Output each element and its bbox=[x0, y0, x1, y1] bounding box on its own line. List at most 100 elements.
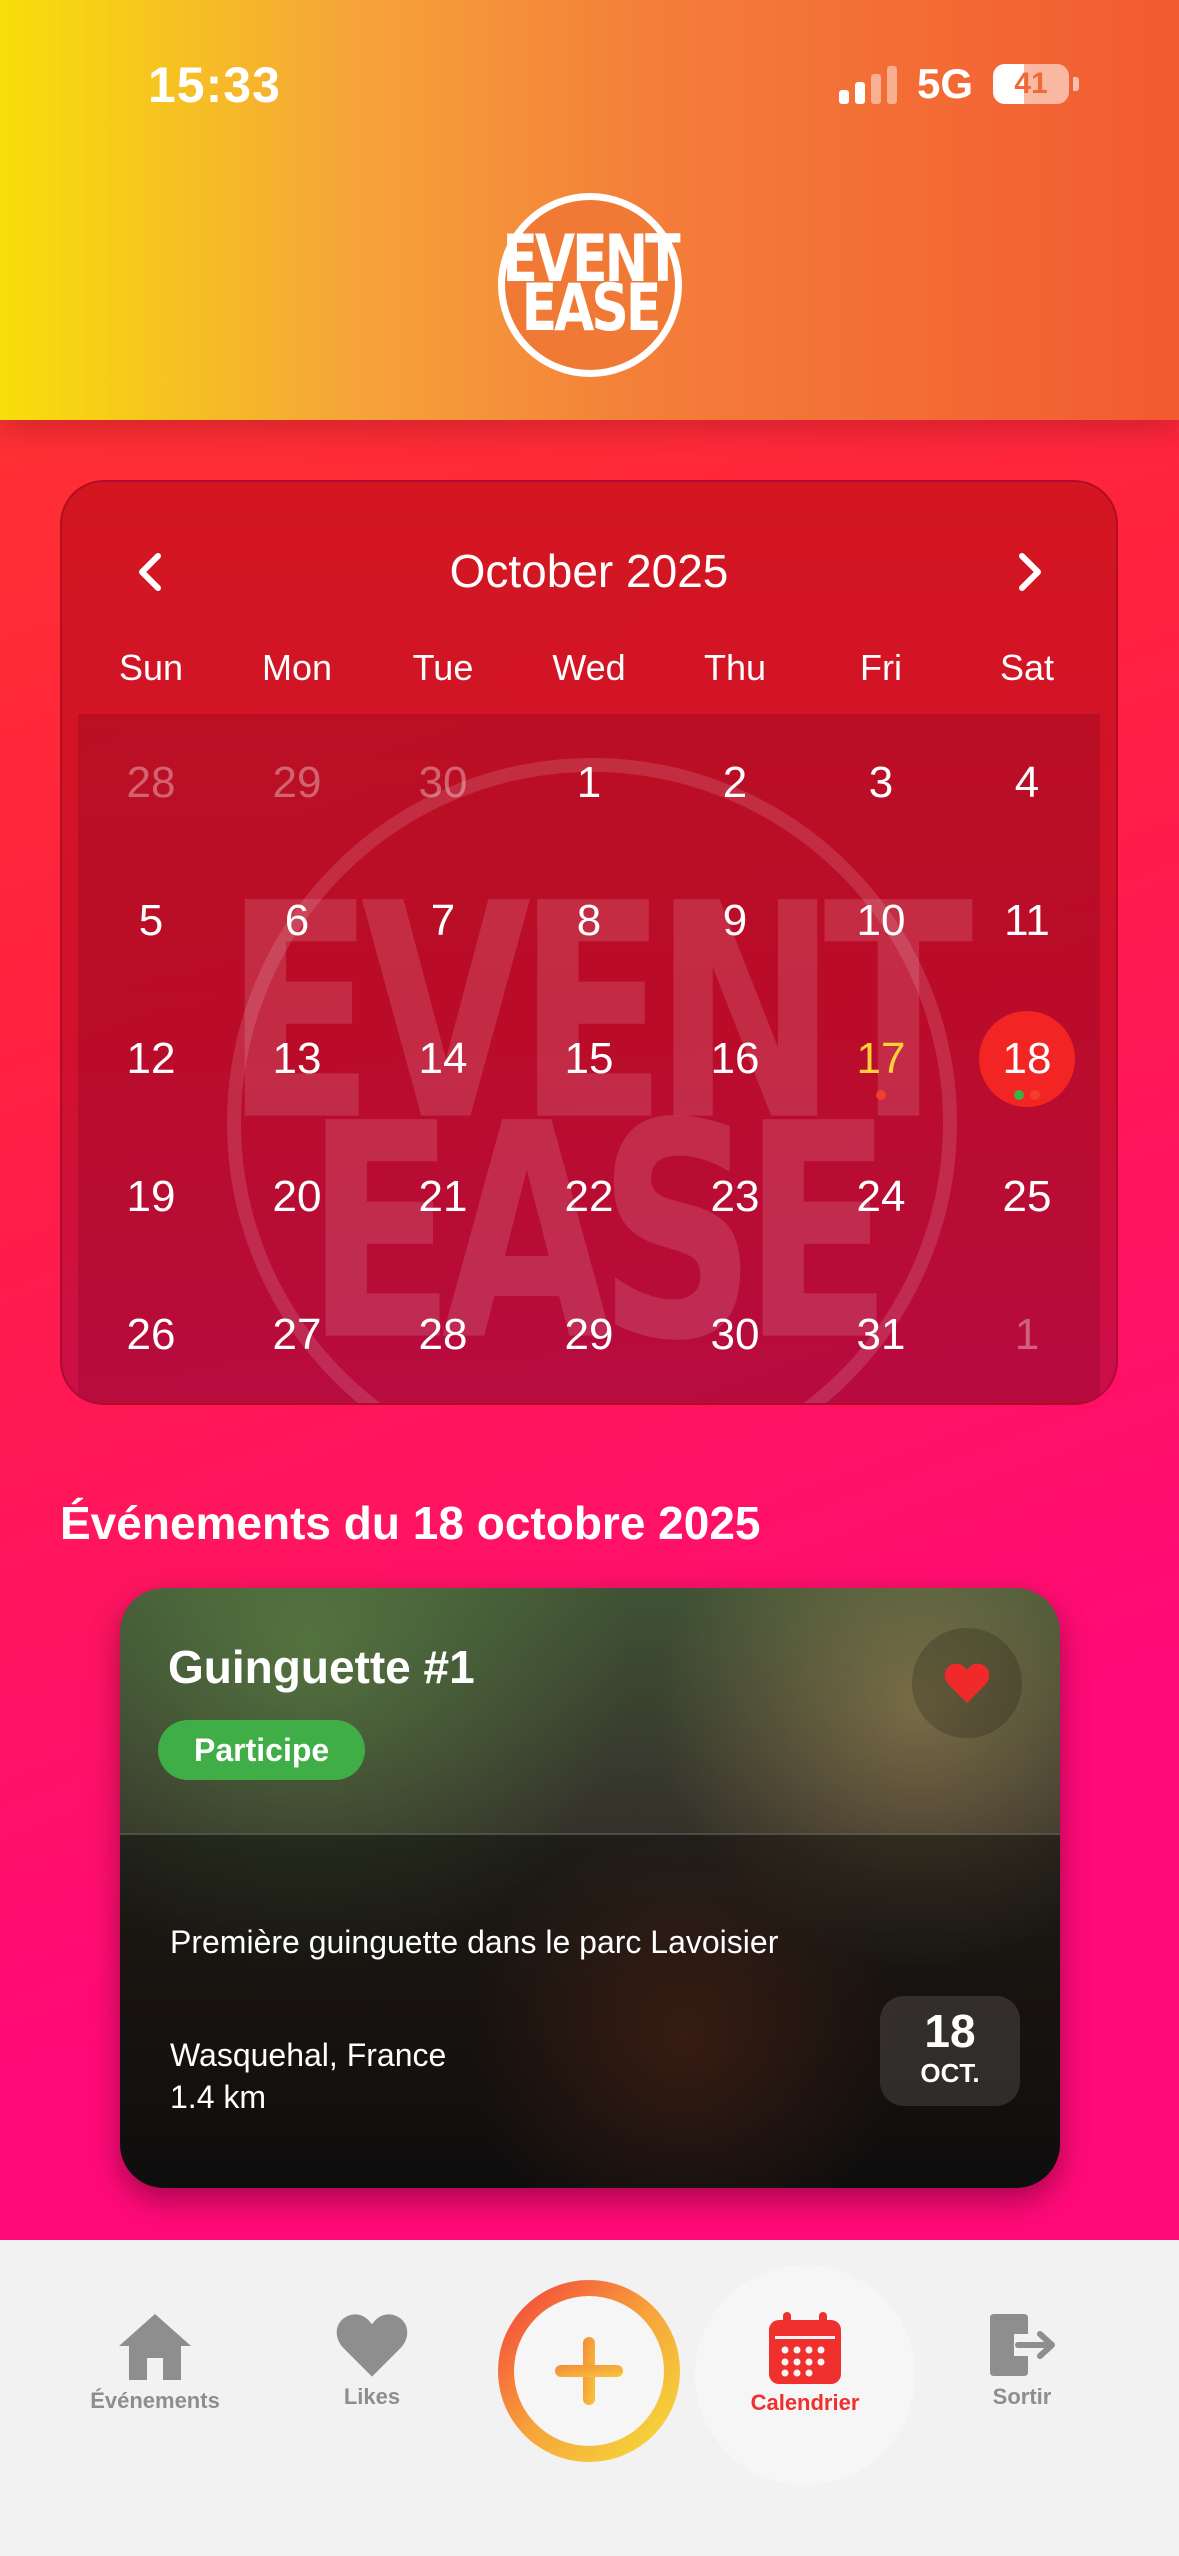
bottom-tab-bar: Événements Likes Calendrier Sortir bbox=[0, 2240, 1179, 2556]
calendar-day-27[interactable]: 27 bbox=[224, 1266, 370, 1403]
calendar-day-outside-month[interactable]: 1 bbox=[954, 1266, 1100, 1403]
tab-events[interactable]: Événements bbox=[65, 2310, 245, 2414]
calendar-icon bbox=[769, 2312, 841, 2384]
calendar-day-26[interactable]: 26 bbox=[78, 1266, 224, 1403]
calendar-day-number: 20 bbox=[272, 1172, 322, 1221]
calendar-day-20[interactable]: 20 bbox=[224, 1128, 370, 1266]
calendar-day-number: 13 bbox=[272, 1034, 322, 1083]
calendar-day-number: 29 bbox=[272, 758, 322, 807]
calendar-day-number: 29 bbox=[564, 1310, 614, 1359]
heart-icon bbox=[336, 2314, 408, 2377]
calendar-day-23[interactable]: 23 bbox=[662, 1128, 808, 1266]
calendar-day-outside-month[interactable]: 28 bbox=[78, 714, 224, 852]
calendar-day-number: 15 bbox=[564, 1034, 614, 1083]
calendar-day-10[interactable]: 10 bbox=[808, 852, 954, 990]
calendar-days-grid: 28 29 30 1 2 3 4 5 6 7 8 9 10 11 12 13 14 15 16 17 18 19 20 21 2… bbox=[78, 714, 1100, 1403]
calendar-day-3[interactable]: 3 bbox=[808, 714, 954, 852]
event-dot bbox=[1014, 1090, 1024, 1100]
logout-icon bbox=[990, 2314, 1055, 2376]
event-date-badge: 18 OCT. bbox=[880, 1996, 1020, 2106]
calendar-widget: EVENT EASE October 2025 Sun Mon Tue Wed Thu F… bbox=[60, 480, 1118, 1405]
calendar-day-29[interactable]: 29 bbox=[516, 1266, 662, 1403]
battery-icon: 41 bbox=[993, 64, 1069, 104]
event-location: Wasquehal, France bbox=[170, 2037, 447, 2073]
event-ease-logo: EVENT EASE bbox=[498, 193, 682, 377]
tab-likes[interactable]: Likes bbox=[282, 2310, 462, 2410]
event-distance: 1.4 km bbox=[170, 2079, 267, 2115]
calendar-day-number: 19 bbox=[126, 1172, 176, 1221]
event-card[interactable]: Guinguette #1 Participe Première guingue… bbox=[120, 1588, 1060, 2188]
events-section-title: Événements du 18 octobre 2025 bbox=[60, 1497, 761, 1549]
calendar-day-number: 23 bbox=[710, 1172, 760, 1221]
event-location-block: Wasquehal, France 1.4 km bbox=[170, 2034, 446, 2118]
calendar-day-number: 6 bbox=[284, 896, 310, 945]
weekday-tue: Tue bbox=[412, 647, 474, 688]
calendar-day-number: 30 bbox=[418, 758, 468, 807]
weekday-mon: Mon bbox=[261, 647, 333, 688]
calendar-day-5[interactable]: 5 bbox=[78, 852, 224, 990]
calendar-day-25[interactable]: 25 bbox=[954, 1128, 1100, 1266]
calendar-day-number: 10 bbox=[856, 896, 906, 945]
plus-icon bbox=[555, 2337, 623, 2405]
like-button[interactable] bbox=[912, 1628, 1022, 1738]
calendar-day-4[interactable]: 4 bbox=[954, 714, 1100, 852]
event-dot bbox=[1030, 1090, 1040, 1100]
calendar-day-16[interactable]: 16 bbox=[662, 990, 808, 1128]
calendar-day-number: 3 bbox=[868, 758, 894, 807]
logo-line-2: EASE bbox=[521, 271, 662, 347]
month-title: October 2025 bbox=[449, 545, 729, 597]
event-date-day: 18 bbox=[924, 2005, 976, 2057]
calendar-day-number: 2 bbox=[722, 758, 748, 807]
tab-exit[interactable]: Sortir bbox=[932, 2310, 1112, 2410]
calendar-day-number: 4 bbox=[1014, 758, 1040, 807]
calendar-day-9[interactable]: 9 bbox=[662, 852, 808, 990]
next-month-button[interactable] bbox=[998, 542, 1058, 602]
calendar-day-13[interactable]: 13 bbox=[224, 990, 370, 1128]
participation-badge: Participe bbox=[158, 1720, 366, 1780]
status-time: 15:33 bbox=[148, 57, 281, 113]
calendar-day-15[interactable]: 15 bbox=[516, 990, 662, 1128]
calendar-day-28[interactable]: 28 bbox=[370, 1266, 516, 1403]
calendar-day-number: 12 bbox=[126, 1034, 176, 1083]
weekday-sun: Sun bbox=[118, 647, 184, 688]
calendar-day-30[interactable]: 30 bbox=[662, 1266, 808, 1403]
calendar-day-outside-month[interactable]: 30 bbox=[370, 714, 516, 852]
calendar-day-number: 11 bbox=[1004, 896, 1050, 945]
calendar-day-24[interactable]: 24 bbox=[808, 1128, 954, 1266]
calendar-day-number: 18 bbox=[1002, 1034, 1052, 1083]
calendar-day-11[interactable]: 11 bbox=[954, 852, 1100, 990]
calendar-day-31[interactable]: 31 bbox=[808, 1266, 954, 1403]
tab-likes-label: Likes bbox=[343, 2384, 401, 2409]
calendar-day-12[interactable]: 12 bbox=[78, 990, 224, 1128]
calendar-day-number: 24 bbox=[856, 1172, 906, 1221]
calendar-day-number: 28 bbox=[126, 758, 176, 807]
tab-calendar[interactable]: Calendrier bbox=[715, 2310, 895, 2416]
calendar-day-2[interactable]: 2 bbox=[662, 714, 808, 852]
add-event-button-inner bbox=[514, 2296, 664, 2446]
event-date-month: OCT. bbox=[920, 2058, 980, 2088]
calendar-day-number: 30 bbox=[710, 1310, 760, 1359]
calendar-day-6[interactable]: 6 bbox=[224, 852, 370, 990]
calendar-day-19[interactable]: 19 bbox=[78, 1128, 224, 1266]
calendar-day-number: 21 bbox=[418, 1172, 468, 1221]
calendar-day-number: 27 bbox=[272, 1310, 322, 1359]
calendar-day-selected[interactable]: 18 bbox=[954, 990, 1100, 1128]
calendar-day-22[interactable]: 22 bbox=[516, 1128, 662, 1266]
calendar-day-1[interactable]: 1 bbox=[516, 714, 662, 852]
calendar-day-8[interactable]: 8 bbox=[516, 852, 662, 990]
calendar-day-number: 5 bbox=[138, 896, 164, 945]
calendar-day-14[interactable]: 14 bbox=[370, 990, 516, 1128]
calendar-day-17[interactable]: 17 bbox=[808, 990, 954, 1128]
calendar-day-number: 14 bbox=[418, 1034, 468, 1083]
event-description: Première guinguette dans le parc Lavoisi… bbox=[170, 1924, 779, 1960]
weekday-fri: Fri bbox=[860, 647, 902, 688]
event-title: Guinguette #1 bbox=[168, 1641, 475, 1693]
event-indicator-dots bbox=[808, 1090, 954, 1100]
tab-exit-label: Sortir bbox=[992, 2384, 1052, 2409]
calendar-day-7[interactable]: 7 bbox=[370, 852, 516, 990]
add-event-button[interactable] bbox=[498, 2280, 680, 2462]
calendar-day-21[interactable]: 21 bbox=[370, 1128, 516, 1266]
app-header: 15:33 5G 41 EVENT EASE bbox=[0, 0, 1179, 420]
calendar-day-number: 8 bbox=[576, 896, 602, 945]
calendar-day-outside-month[interactable]: 29 bbox=[224, 714, 370, 852]
